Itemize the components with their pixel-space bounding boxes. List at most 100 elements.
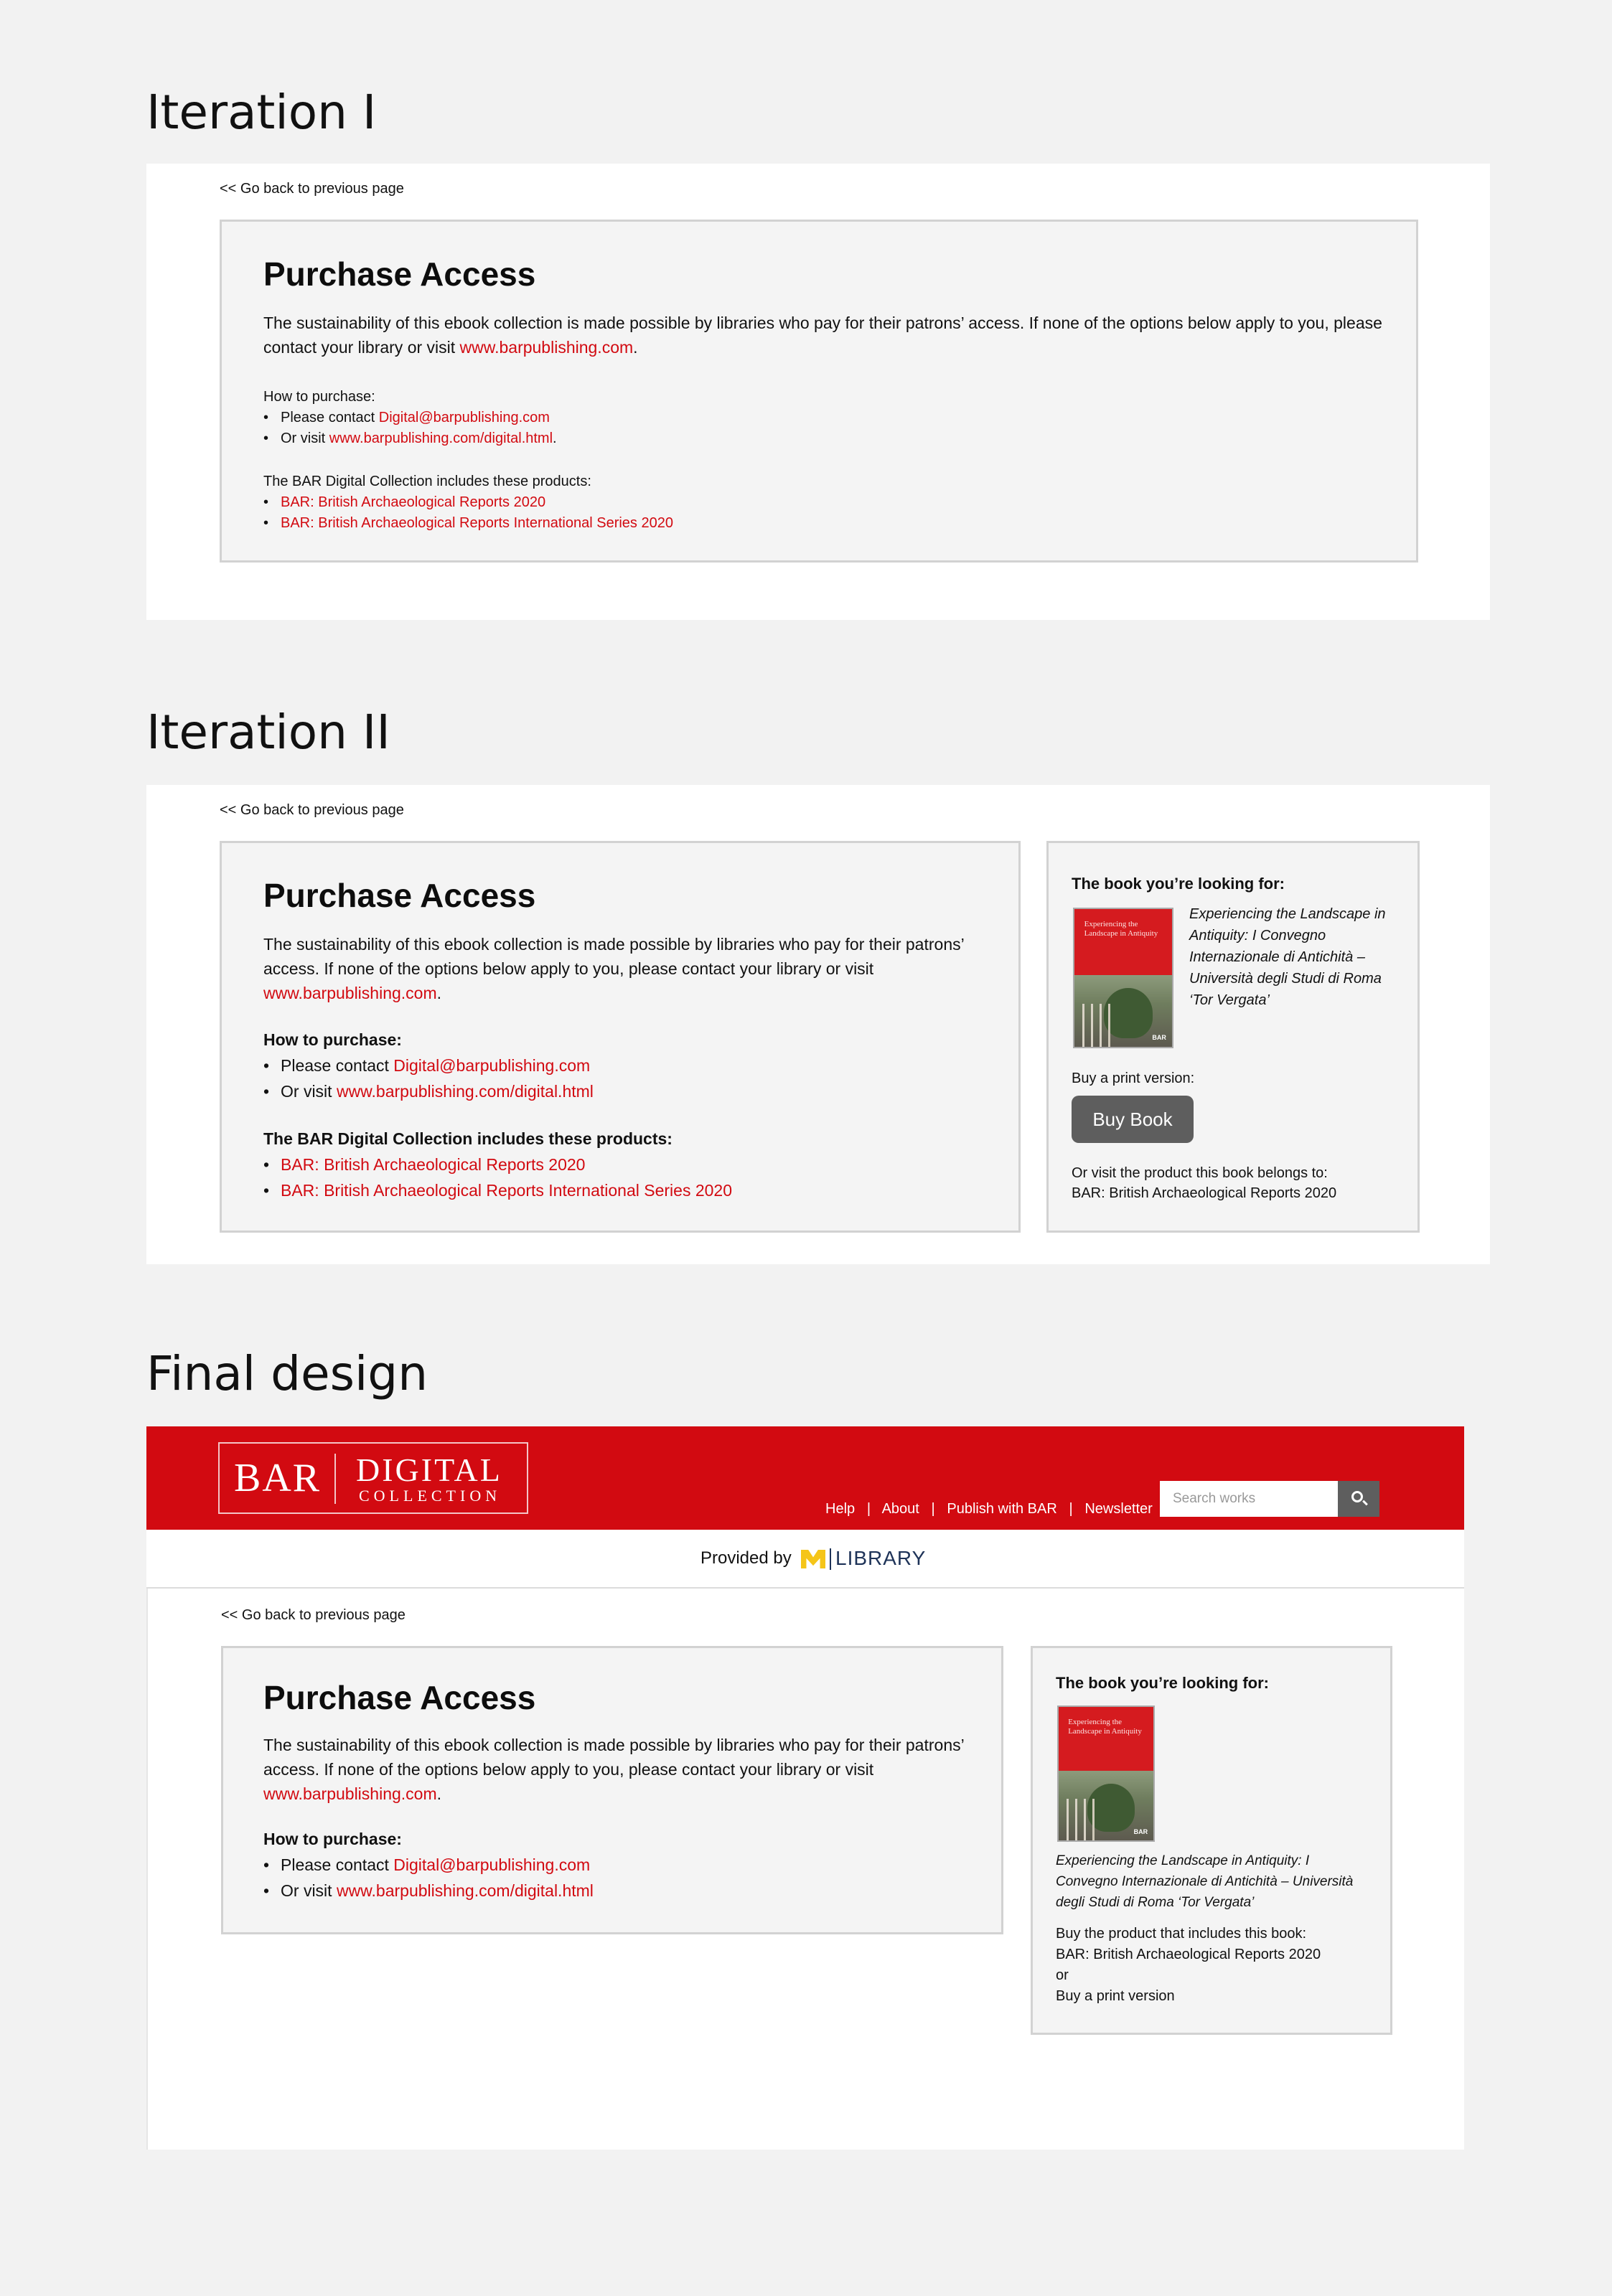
nav-newsletter[interactable]: Newsletter [1084, 1501, 1152, 1517]
cover-title: Experiencing the Landscape in Antiquity [1084, 920, 1158, 938]
purchase-options-list: Please contact Digital@barpublishing.com… [263, 1852, 981, 1904]
contact-text: Please contact [281, 410, 379, 425]
back-link[interactable]: << Go back to previous page [220, 181, 404, 197]
or-text: or [1056, 1967, 1069, 1983]
logo-divider [830, 1548, 831, 1570]
iteration-2-title: Iteration II [146, 705, 390, 760]
site-header: BAR DIGITAL COLLECTION Help | About | Pu… [146, 1426, 1464, 1530]
logo-collection-text: COLLECTION [359, 1487, 502, 1505]
list-item: BAR: British Archaeological Reports 2020 [263, 492, 981, 513]
book-sidebar: The book you’re looking for: Experiencin… [1046, 841, 1420, 1233]
final-design-title: Final design [146, 1346, 428, 1401]
product-list: BAR: British Archaeological Reports 2020… [263, 1152, 981, 1203]
logo-bar-text: BAR [234, 1456, 322, 1500]
logo-divider [334, 1454, 336, 1504]
nav-separator: | [866, 1501, 871, 1517]
buy-print-link[interactable]: Buy a print version [1056, 1986, 1175, 2007]
product-link-1[interactable]: BAR: British Archaeological Reports 2020 [281, 494, 545, 510]
how-to-purchase-label: How to purchase: [263, 389, 375, 405]
sustainability-copy: The sustainability of this ebook collect… [263, 314, 1382, 357]
iteration-2-panel: << Go back to previous page Purchase Acc… [146, 785, 1490, 1264]
how-to-purchase-block: How to purchase: Please contact Digital@… [263, 1826, 981, 1904]
how-to-purchase-block: How to purchase: Please contact Digital@… [263, 387, 981, 449]
sustainability-text: The sustainability of this ebook collect… [263, 311, 1383, 359]
book-title: Experiencing the Landscape in Antiquity:… [1056, 1853, 1354, 1910]
digital-link[interactable]: www.barpublishing.com/digital.html [337, 1881, 594, 1900]
how-to-purchase-label: How to purchase: [263, 1830, 402, 1848]
purchase-access-box: Purchase Access The sustainability of th… [220, 841, 1021, 1233]
search-icon [1351, 1491, 1363, 1502]
site-link[interactable]: www.barpublishing.com [460, 338, 634, 357]
book-cover-image[interactable]: Experiencing the Landscape in Antiquity … [1073, 908, 1173, 1048]
iteration-1-panel: << Go back to previous page Purchase Acc… [146, 164, 1490, 620]
or-visit-text: Or visit [281, 1881, 337, 1900]
book-title: Experiencing the Landscape in Antiquity:… [1189, 906, 1386, 1008]
list-item: Please contact Digital@barpublishing.com [263, 1053, 981, 1078]
product-link[interactable]: BAR: British Archaeological Reports 2020 [1072, 1183, 1336, 1204]
site-link[interactable]: www.barpublishing.com [263, 984, 437, 1002]
purchase-options-list: Please contact Digital@barpublishing.com… [263, 1053, 981, 1104]
or-visit-product-label: Or visit the product this book belongs t… [1072, 1165, 1328, 1181]
sustainability-copy: The sustainability of this ebook collect… [263, 935, 964, 978]
sustainability-copy: The sustainability of this ebook collect… [263, 1736, 964, 1779]
purchase-options-list: Please contact Digital@barpublishing.com… [263, 408, 981, 449]
provided-by-label: Provided by [700, 1548, 792, 1568]
nav-separator: | [931, 1501, 935, 1517]
search-input[interactable]: Search works [1160, 1481, 1338, 1517]
top-nav: Help | About | Publish with BAR | Newsle… [825, 1501, 1153, 1518]
list-item: Or visit www.barpublishing.com/digital.h… [263, 428, 981, 449]
nav-publish[interactable]: Publish with BAR [947, 1501, 1056, 1517]
site-link[interactable]: www.barpublishing.com [263, 1784, 437, 1803]
cover-title: Experiencing the Landscape in Antiquity [1068, 1717, 1142, 1736]
buy-print-label: Buy a print version: [1072, 1071, 1195, 1086]
purchase-access-box: Purchase Access The sustainability of th… [220, 220, 1418, 563]
digital-link[interactable]: www.barpublishing.com/digital.html [337, 1082, 594, 1101]
list-item: Or visit www.barpublishing.com/digital.h… [263, 1078, 981, 1104]
collection-label: The BAR Digital Collection includes thes… [263, 474, 591, 489]
email-link[interactable]: Digital@barpublishing.com [379, 410, 550, 425]
purchase-access-title: Purchase Access [263, 877, 536, 914]
email-link[interactable]: Digital@barpublishing.com [393, 1855, 590, 1874]
list-item: BAR: British Archaeological Reports Inte… [263, 513, 981, 534]
collection-block: The BAR Digital Collection includes thes… [263, 1126, 981, 1203]
period: . [633, 338, 638, 357]
book-cover-image[interactable]: Experiencing the Landscape in Antiquity … [1057, 1705, 1155, 1842]
how-to-purchase-block: How to purchase: Please contact Digital@… [263, 1027, 981, 1104]
sustainability-text: The sustainability of this ebook collect… [263, 1733, 981, 1806]
buy-product-label: Buy the product that includes this book: [1056, 1926, 1307, 1942]
or-visit-text: Or visit [281, 1082, 337, 1101]
buy-book-button[interactable]: Buy Book [1072, 1096, 1194, 1143]
purchase-access-title: Purchase Access [263, 1679, 536, 1716]
cover-brand: BAR [1133, 1827, 1148, 1835]
purchase-access-title: Purchase Access [263, 255, 536, 293]
search-button[interactable] [1338, 1481, 1379, 1517]
back-link[interactable]: << Go back to previous page [220, 802, 404, 819]
library-text: LIBRARY [835, 1547, 927, 1569]
product-link-1[interactable]: BAR: British Archaeological Reports 2020 [281, 1155, 585, 1174]
period: . [436, 984, 442, 1002]
collection-block: The BAR Digital Collection includes thes… [263, 471, 981, 534]
email-link[interactable]: Digital@barpublishing.com [393, 1056, 590, 1075]
product-link-2[interactable]: BAR: British Archaeological Reports Inte… [281, 515, 673, 531]
product-link-2[interactable]: BAR: British Archaeological Reports Inte… [281, 1181, 732, 1200]
contact-text: Please contact [281, 1855, 394, 1874]
period: . [553, 430, 557, 446]
period: . [436, 1784, 442, 1803]
nav-about[interactable]: About [882, 1501, 919, 1517]
book-looking-for-label: The book you’re looking for: [1072, 875, 1285, 893]
digital-link[interactable]: www.barpublishing.com/digital.html [329, 430, 553, 446]
list-item: Or visit www.barpublishing.com/digital.h… [263, 1878, 981, 1904]
iteration-1-title: Iteration I [146, 85, 377, 140]
list-item: BAR: British Archaeological Reports 2020 [263, 1152, 981, 1177]
final-page-body: << Go back to previous page Purchase Acc… [146, 1589, 1464, 2150]
list-item: Please contact Digital@barpublishing.com [263, 408, 981, 428]
how-to-purchase-label: How to purchase: [263, 1030, 402, 1049]
book-sidebar: The book you’re looking for: Experiencin… [1031, 1646, 1392, 2035]
back-link[interactable]: << Go back to previous page [221, 1607, 406, 1624]
provided-by-bar: Provided by LIBRARY [146, 1530, 1464, 1589]
bar-digital-logo[interactable]: BAR DIGITAL COLLECTION [218, 1442, 528, 1514]
product-link[interactable]: BAR: British Archaeological Reports 2020 [1056, 1944, 1321, 1965]
nav-help[interactable]: Help [825, 1501, 855, 1517]
book-looking-for-label: The book you’re looking for: [1056, 1674, 1269, 1692]
cover-brand: BAR [1152, 1034, 1166, 1042]
